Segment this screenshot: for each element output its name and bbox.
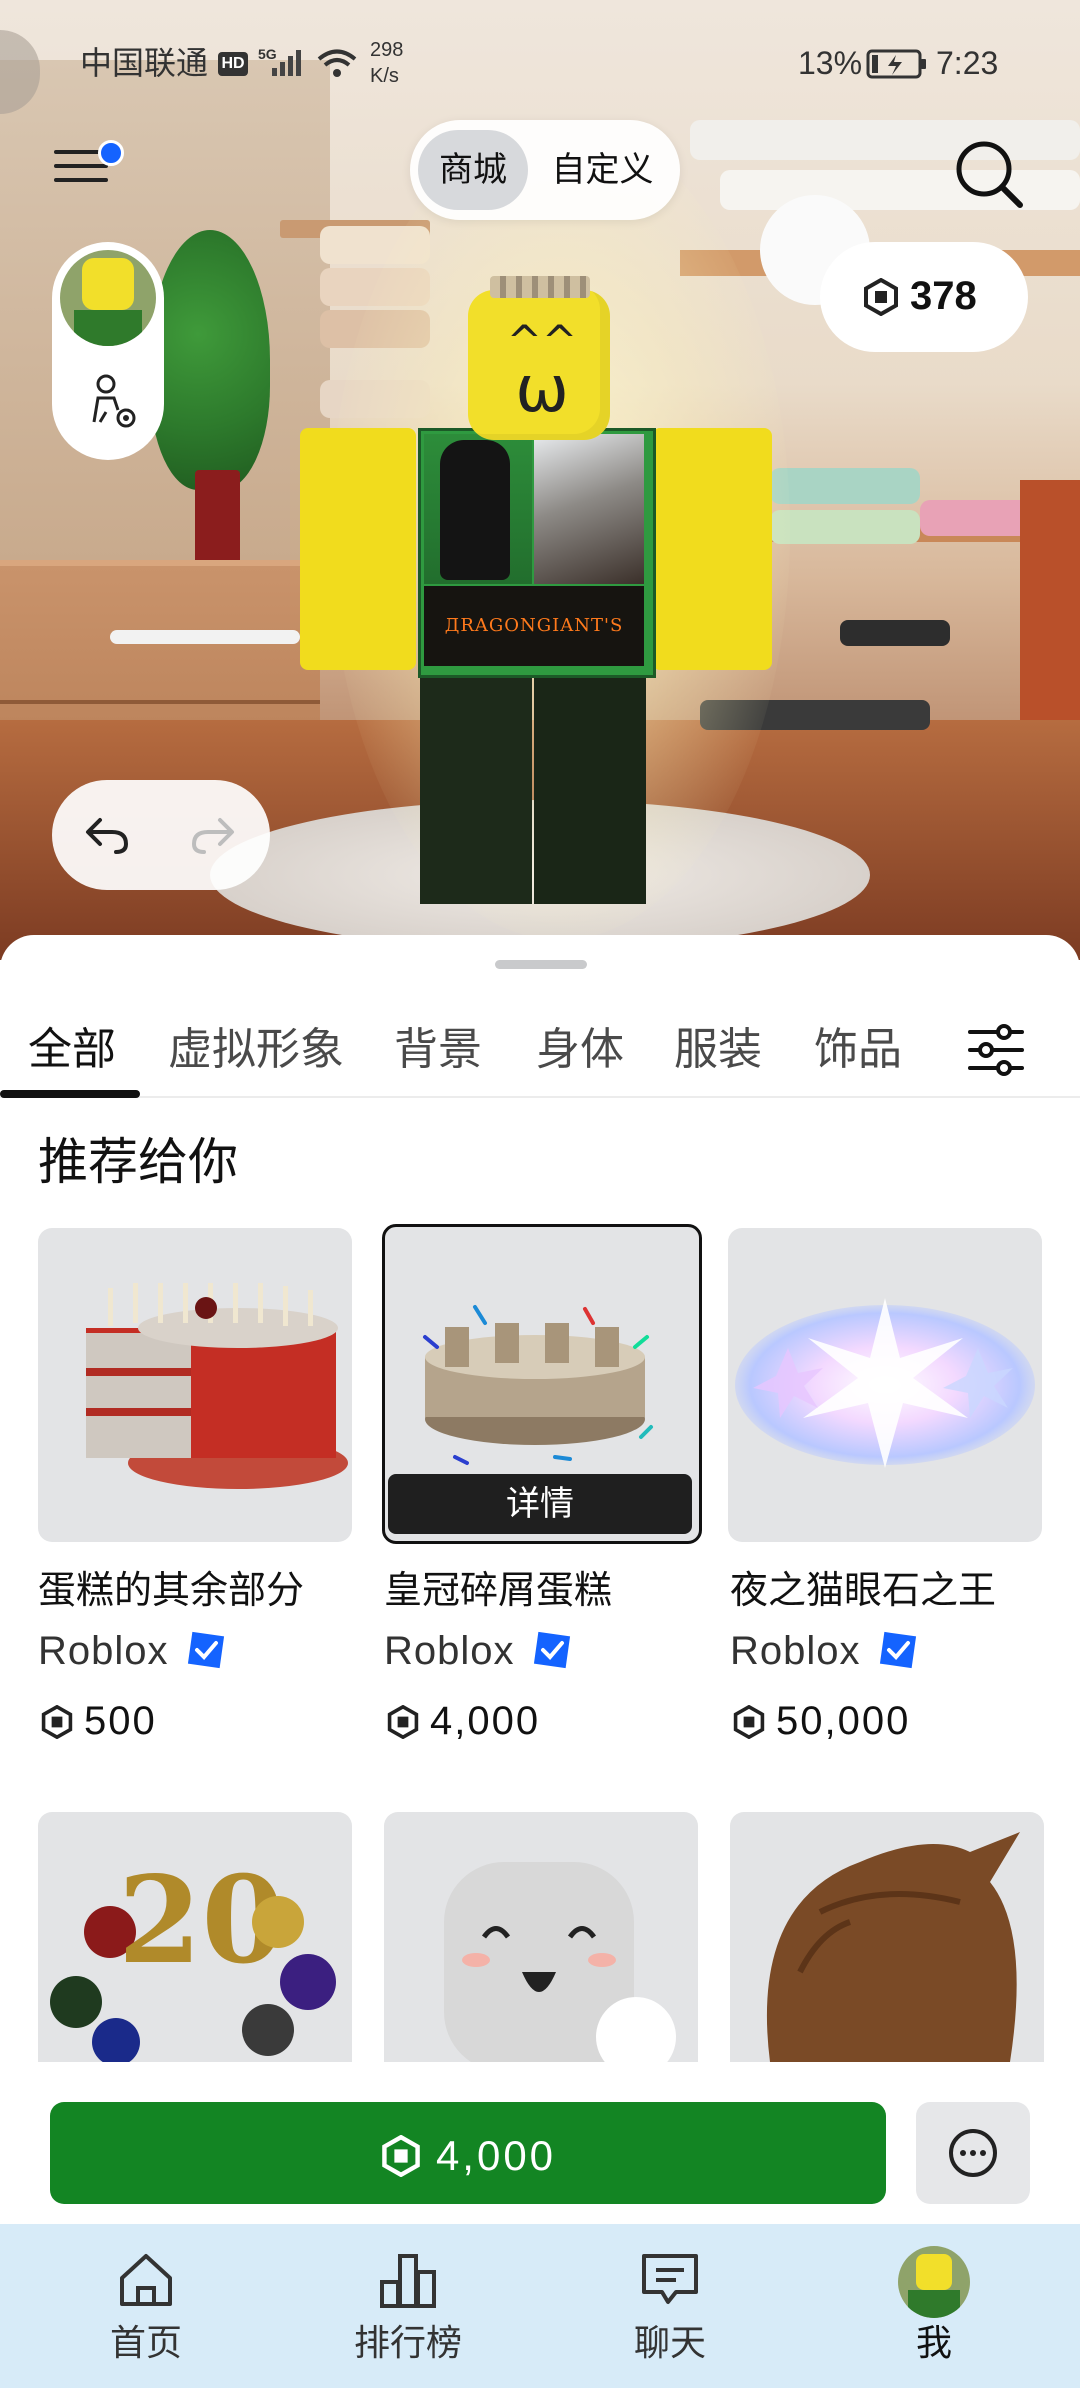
- item-name[interactable]: 夜之猫眼石之王: [730, 1564, 996, 1618]
- search-icon[interactable]: [950, 135, 1030, 215]
- segment-shop[interactable]: 商城: [418, 130, 528, 210]
- item-name[interactable]: 皇冠碎屑蛋糕: [384, 1564, 612, 1618]
- section-title: 推荐给你: [38, 1134, 238, 1190]
- buy-button[interactable]: 4,000: [50, 2102, 886, 2204]
- scene-drawer-handle: [110, 630, 300, 644]
- item-thumbnail[interactable]: [384, 1812, 698, 2062]
- item-thumbnail[interactable]: 20: [38, 1812, 352, 2062]
- item-thumbnail[interactable]: [38, 1228, 352, 1542]
- battery-percent: 13%: [798, 45, 863, 81]
- item-price: 4,000: [430, 1699, 541, 1743]
- item-name[interactable]: 蛋糕的其余部分: [38, 1564, 304, 1618]
- buy-button-price: 4,000: [50, 2102, 886, 2204]
- tab-accessories[interactable]: 饰品: [814, 1018, 902, 1082]
- redo-icon[interactable]: [188, 812, 238, 858]
- leaderboard-icon: [380, 2254, 436, 2308]
- tab-avatar[interactable]: 虚拟形象: [168, 1018, 344, 1082]
- scene-drawer-line: [0, 700, 320, 704]
- wifi-icon: [317, 49, 357, 77]
- tabs-divider: [0, 1096, 1080, 1098]
- item-creator[interactable]: Roblox: [38, 1624, 169, 1678]
- scene-towel: [770, 468, 920, 504]
- robux-icon: [41, 1705, 73, 1739]
- network-speed-unit: K/s: [370, 65, 399, 87]
- details-button[interactable]: 详情: [388, 1474, 692, 1534]
- status-time: 7:23: [936, 45, 999, 81]
- network-speed-value: 298: [370, 39, 404, 61]
- avatar-right-leg: [534, 672, 646, 904]
- opal-crown-image: [735, 1298, 1035, 1468]
- verified-badge-icon: [187, 1631, 225, 1669]
- item-thumbnail[interactable]: [728, 1228, 1042, 1542]
- avatar-right-arm: [652, 428, 772, 670]
- more-icon: [949, 2129, 997, 2177]
- tab-background[interactable]: 背景: [394, 1018, 482, 1082]
- scene-towel: [770, 510, 920, 544]
- tab-all[interactable]: 全部: [28, 1018, 116, 1082]
- item-price: 50,000: [776, 1699, 911, 1743]
- robux-icon: [864, 278, 898, 316]
- item-creator[interactable]: Roblox: [384, 1624, 515, 1678]
- notification-dot: [98, 140, 124, 166]
- more-options-button[interactable]: [916, 2102, 1030, 2204]
- avatar-thumbnail[interactable]: [60, 250, 156, 346]
- avatar-left-arm: [300, 428, 416, 670]
- home-icon: [120, 2254, 172, 2306]
- avatar-left-leg: [420, 672, 532, 904]
- item-price: 500: [84, 1699, 157, 1743]
- robux-balance: 378: [910, 274, 977, 318]
- shirt-ninja-graphic: [440, 440, 510, 580]
- nav-home-label[interactable]: 首页: [66, 2318, 226, 2368]
- face-head-image: [444, 1862, 676, 2062]
- buy-price-text: 4,000: [435, 2131, 557, 2179]
- nav-me-label[interactable]: 我: [854, 2318, 1014, 2368]
- undo-icon[interactable]: [82, 812, 132, 858]
- nav-leaderboard-label[interactable]: 排行榜: [328, 2318, 488, 2368]
- item-thumbnail[interactable]: [730, 1812, 1044, 2062]
- scene-plant: [150, 230, 270, 490]
- battery-charging-icon: [866, 49, 926, 79]
- filter-icon[interactable]: [966, 1022, 1026, 1078]
- verified-badge-icon: [879, 1631, 917, 1669]
- item-creator[interactable]: Roblox: [730, 1624, 861, 1678]
- hair-image: [766, 1832, 1020, 2062]
- avatar-face: ^^ ω: [506, 316, 578, 427]
- robux-icon: [382, 2134, 420, 2178]
- tab-body[interactable]: 身体: [536, 1018, 624, 1082]
- robux-icon: [387, 1705, 419, 1739]
- verified-badge-icon: [533, 1631, 571, 1669]
- chat-icon: [642, 2254, 698, 2304]
- balloons-image: 20: [50, 1850, 336, 2062]
- tab-active-indicator: [0, 1090, 140, 1098]
- scene-shoes: [840, 620, 950, 646]
- robux-icon: [733, 1705, 765, 1739]
- hd-badge: HD: [218, 52, 248, 76]
- avatar-icon: [898, 2246, 970, 2318]
- avatar-crown: [490, 276, 590, 298]
- segment-customize[interactable]: 自定义: [540, 130, 665, 210]
- shirt-text: ДRAGONGIANT'S: [424, 586, 644, 666]
- avatar-settings-icon[interactable]: [84, 372, 140, 432]
- cake-image: [86, 1283, 348, 1489]
- sheet-drag-handle[interactable]: [495, 960, 587, 969]
- shirt-dragon-graphic: [534, 434, 644, 584]
- nav-chat-label[interactable]: 聊天: [590, 2318, 750, 2368]
- signal-icon: [272, 50, 301, 76]
- tab-clothing[interactable]: 服装: [674, 1018, 762, 1082]
- status-carrier: 中国联通: [80, 45, 209, 81]
